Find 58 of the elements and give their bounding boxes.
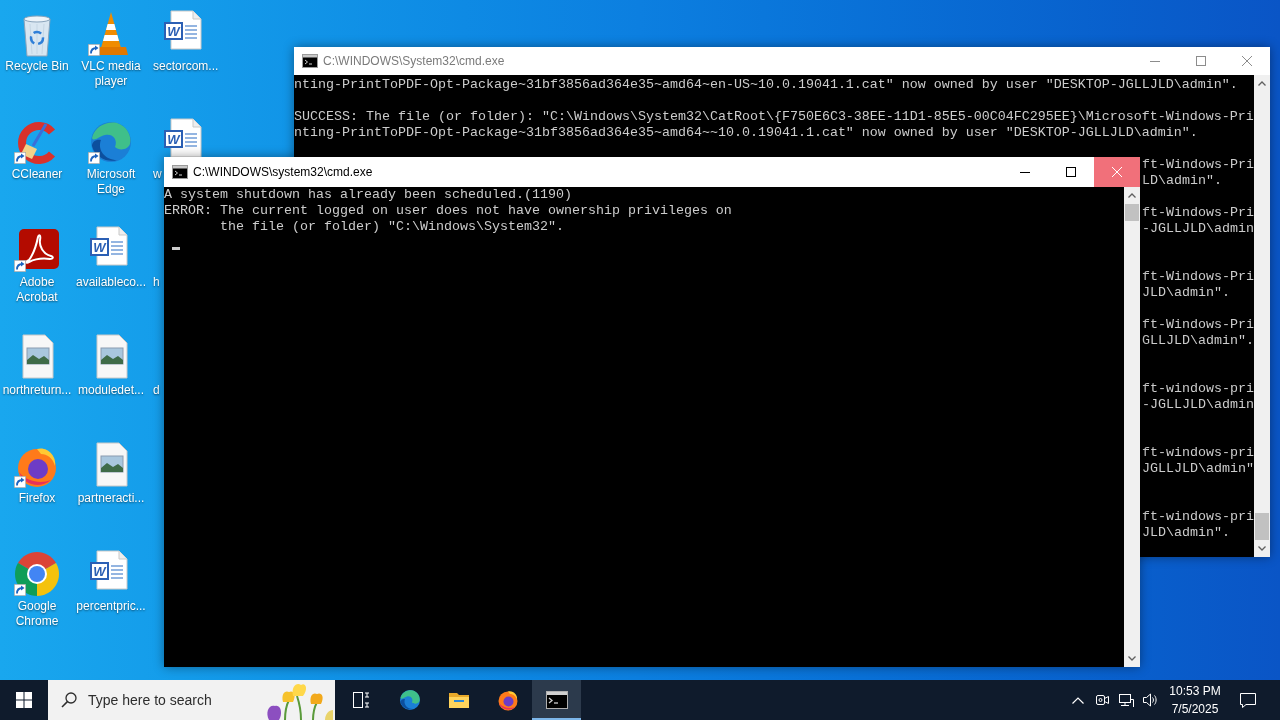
console-line: nting-PrintToPDF-Opt-Package~31bf3856ad364e35~amd64~~10.0.19041.1.cat" now owned by user "DESKTOP-JGLLJLD\admin". — [294, 125, 1198, 141]
console-line: ft-windows-pri — [1142, 445, 1254, 461]
icon-label[interactable]: northreturn... — [2, 383, 72, 398]
terminal-icon[interactable] — [544, 688, 569, 712]
icon-label[interactable]: d — [153, 383, 160, 398]
search-field[interactable]: Type here to search — [48, 680, 335, 720]
console-line: the file (or folder) "C:\Windows\System32". — [220, 219, 564, 235]
window-title: C:\WINDOWS\System32\cmd.exe — [323, 53, 505, 70]
search-icon[interactable] — [61, 692, 77, 708]
volume-icon[interactable] — [1142, 692, 1158, 708]
clock[interactable]: 10:53 PM 7/5/2025 — [1162, 680, 1228, 720]
icon-label[interactable]: Google Chrome — [0, 599, 74, 629]
icon-label[interactable]: availableco... — [75, 275, 146, 290]
icon-label[interactable]: moduledet... — [77, 383, 144, 398]
console-line: JLD\admin". — [1142, 525, 1230, 541]
scrollbar[interactable] — [1124, 187, 1140, 667]
console-line: -JGLLJLD\admin — [1142, 397, 1254, 413]
icon-label[interactable]: Microsoft Edge — [74, 167, 148, 197]
tricolor-ring-icon[interactable] — [13, 550, 61, 598]
icon-label[interactable]: sectorcom... — [153, 59, 219, 74]
icon-label[interactable]: h — [153, 275, 160, 290]
console-line: GLLJLD\admin". — [1142, 333, 1254, 349]
console-line: ft-Windows-Pri — [1142, 205, 1254, 221]
icon-label[interactable]: CCleaner — [11, 167, 63, 182]
icon-label[interactable]: percentpric... — [76, 599, 146, 614]
notification-icon[interactable] — [1239, 691, 1257, 709]
icon-label[interactable]: Recycle Bin — [5, 59, 69, 74]
console-line: ft-Windows-Pri — [1142, 157, 1254, 173]
console-line: SUCCESS: The file (or folder): "C:\Windows\System32\CatRoot\{F750E6C3-38EE-11D1-85E5-00C04FC295EE}\Microsoft-Windows-Pri — [294, 109, 1254, 125]
scrollbar-thumb[interactable] — [1125, 204, 1139, 221]
chevron-up-icon[interactable] — [1072, 696, 1084, 704]
icon-label[interactable]: partneracti... — [77, 491, 145, 506]
console-line: ft-windows-pri — [1142, 509, 1254, 525]
scrollbar[interactable] — [1254, 75, 1270, 557]
scrollbar-thumb[interactable] — [1255, 513, 1269, 540]
console-line: JGLLJLD\admin" — [1142, 461, 1254, 477]
console-line: A system shutdown has already been scheduled.(1190) — [164, 187, 572, 203]
terminal-icon — [172, 164, 188, 180]
icon-label[interactable]: Firefox — [18, 491, 56, 506]
console-line: -JGLLJLD\admin — [1142, 221, 1254, 237]
network-icon[interactable] — [1118, 692, 1134, 708]
terminal-icon — [302, 53, 318, 69]
window-title: C:\WINDOWS\system32\cmd.exe — [193, 164, 373, 181]
console-line: ERROR: The current logged on user does not have ownership privileges on — [164, 203, 732, 219]
icon-label[interactable]: VLC media player — [74, 59, 148, 89]
maximize-icon[interactable] — [1066, 167, 1076, 177]
swirl-icon[interactable] — [397, 688, 422, 712]
console-line: LD\admin". — [1142, 173, 1222, 189]
close-icon[interactable] — [1242, 56, 1252, 66]
console-line: ft-windows-pri — [1142, 381, 1254, 397]
icon-label[interactable]: w — [153, 167, 162, 182]
console-line: ft-Windows-Pri — [1142, 269, 1254, 285]
console-line: JLD\admin". — [1142, 285, 1230, 301]
console-line: ft-Windows-Pri — [1142, 317, 1254, 333]
camera-icon[interactable] — [1094, 692, 1110, 708]
taskbar-button[interactable] — [532, 680, 581, 720]
console-line: nting-PrintToPDF-Opt-Package~31bf3856ad364e35~amd64~en-US~10.0.19041.1.cat" now owned by user "DESKTOP-JGLLJLD\admin". — [294, 77, 1238, 93]
icon-label[interactable]: Adobe Acrobat — [0, 275, 74, 305]
